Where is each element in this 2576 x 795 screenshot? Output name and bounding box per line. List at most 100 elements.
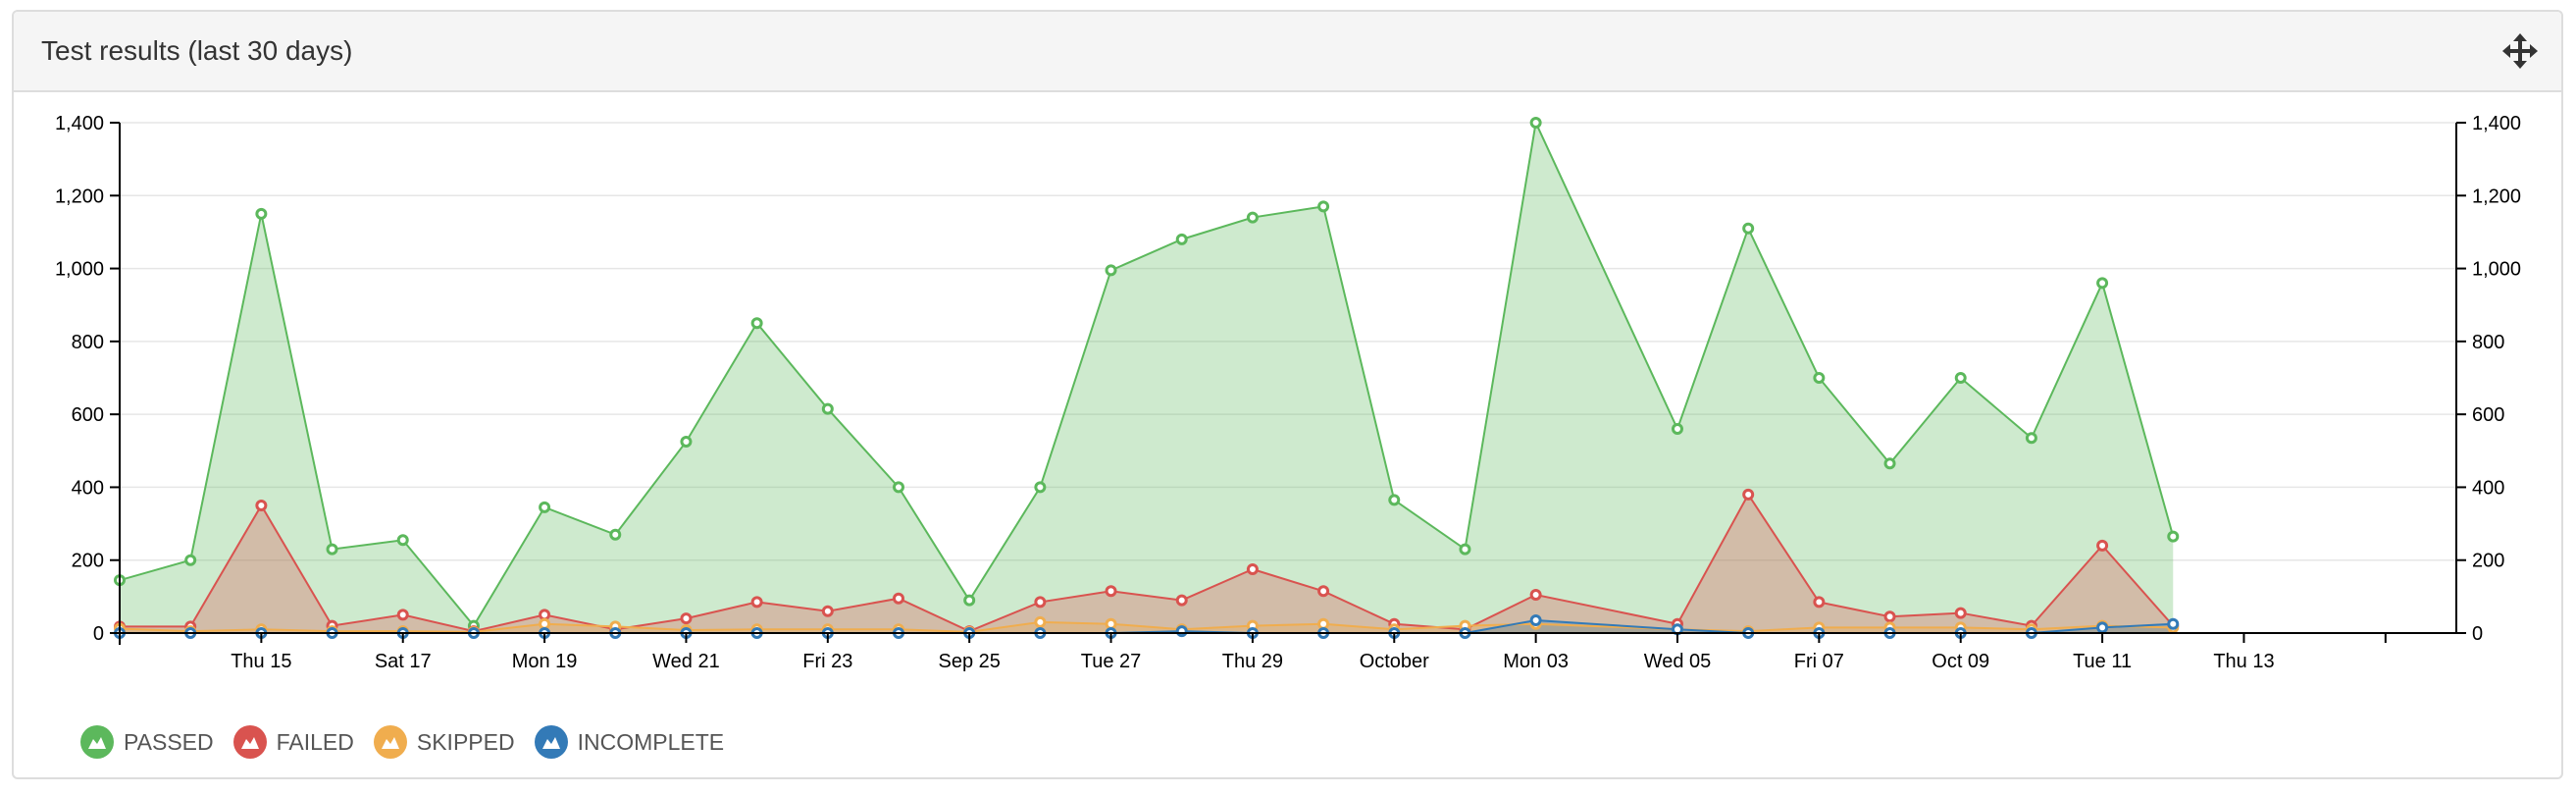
legend-label: FAILED [276, 728, 354, 755]
point-failed [1175, 594, 1188, 607]
x-tick-label: Mon 03 [1503, 651, 1569, 672]
point-failed [1954, 607, 1967, 619]
point-passed [184, 554, 197, 566]
point-incomplete [2167, 617, 2180, 630]
point-passed [893, 481, 904, 494]
x-tick-label: Thu 13 [2213, 651, 2274, 672]
point-failed [255, 500, 268, 511]
legend-item-skipped[interactable]: SKIPPED [373, 725, 515, 759]
point-passed [609, 528, 622, 541]
test-results-chart: 0 0 200 200 400 400 600 600 800 800 1,000 1,000 1,20… [55, 113, 2521, 672]
y-tick-label-left: 200 [72, 551, 104, 572]
x-tick-label: Sat 17 [375, 651, 432, 672]
point-passed [1813, 372, 1826, 384]
legend-label: SKIPPED [416, 728, 515, 755]
x-tick-label: Thu 29 [1222, 651, 1283, 672]
point-passed [1672, 423, 1683, 435]
legend-item-failed[interactable]: FAILED [232, 725, 354, 759]
point-passed [680, 436, 693, 448]
x-tick-label: Fri 23 [802, 651, 852, 672]
y-tick-label-left: 0 [93, 623, 104, 645]
area-chart-icon [232, 725, 267, 759]
point-failed [680, 612, 693, 625]
point-passed [1034, 481, 1047, 494]
area-chart-icon [534, 725, 568, 759]
legend-label: PASSED [124, 728, 214, 755]
point-failed [1105, 585, 1117, 598]
y-tick-label-right: 200 [2472, 551, 2504, 572]
x-tick-label: Thu 15 [231, 651, 291, 672]
y-tick-label-left: 1,200 [55, 186, 104, 207]
point-failed [893, 592, 904, 605]
point-passed [1459, 543, 1471, 556]
point-passed [396, 534, 409, 547]
y-tick-label-left: 1,000 [55, 259, 104, 281]
point-passed [1954, 372, 1967, 384]
x-tick-label: Tue 11 [2073, 651, 2132, 672]
point-passed [326, 543, 338, 556]
y-tick-label-right: 400 [2472, 477, 2504, 499]
y-tick-label-left: 600 [72, 404, 104, 426]
y-tick-label-left: 1,400 [55, 113, 104, 134]
point-failed [1246, 563, 1259, 575]
x-tick-label: Wed 21 [652, 651, 720, 672]
point-passed [1246, 211, 1259, 224]
x-tick-label: Tue 27 [1081, 651, 1142, 672]
point-skipped [1034, 615, 1047, 628]
x-tick-label: October [1360, 651, 1429, 672]
legend-item-incomplete[interactable]: INCOMPLETE [534, 725, 725, 759]
point-incomplete [1529, 614, 1542, 626]
x-tick-label: Wed 05 [1644, 651, 1712, 672]
point-failed [1742, 488, 1755, 501]
x-tick-label: Sep 25 [938, 651, 1000, 672]
point-failed [750, 596, 763, 609]
point-failed [821, 605, 834, 617]
area-passed [120, 123, 2174, 633]
point-failed [1529, 589, 1542, 601]
point-failed [1317, 585, 1330, 598]
point-incomplete [1175, 625, 1188, 638]
point-passed [255, 207, 268, 220]
point-passed [963, 594, 976, 607]
y-tick-label-right: 1,400 [2472, 113, 2521, 134]
point-failed [1813, 596, 1826, 609]
y-tick-label-right: 1,000 [2472, 259, 2521, 281]
point-failed [1883, 610, 1896, 623]
test-results-panel: Test results (last 30 days) 0 0 200 200 400 4… [12, 10, 2563, 779]
point-failed [1034, 596, 1047, 609]
legend-label: INCOMPLETE [577, 728, 725, 755]
x-tick-label: Fri 07 [1794, 651, 1844, 672]
point-incomplete [2096, 621, 2109, 634]
area-chart-icon [80, 725, 114, 759]
y-tick-label-right: 0 [2472, 623, 2483, 645]
point-passed [1529, 117, 1542, 129]
point-skipped [1317, 617, 1330, 630]
chart-legend: PASSED FAILED SKIPPED INCOMPLETE [80, 722, 744, 762]
point-passed [1742, 222, 1755, 235]
point-passed [2096, 277, 2109, 290]
point-passed [1388, 494, 1401, 506]
point-passed [750, 317, 763, 330]
y-tick-label-right: 800 [2472, 332, 2504, 353]
point-passed [1105, 264, 1117, 277]
point-passed [539, 501, 551, 513]
point-passed [1883, 457, 1896, 470]
point-passed [1317, 200, 1330, 213]
legend-item-passed[interactable]: PASSED [80, 725, 214, 759]
x-tick-label: Mon 19 [512, 651, 578, 672]
point-failed [539, 609, 551, 621]
area-chart-icon [373, 725, 407, 759]
point-passed [821, 402, 834, 415]
y-tick-label-right: 600 [2472, 404, 2504, 426]
point-passed [2025, 432, 2037, 445]
y-tick-label-left: 400 [72, 477, 104, 499]
point-failed [2096, 539, 2109, 552]
y-tick-label-left: 800 [72, 332, 104, 353]
point-passed [1175, 233, 1188, 245]
point-skipped [539, 617, 551, 630]
y-tick-label-right: 1,200 [2472, 186, 2521, 207]
point-skipped [1105, 617, 1117, 630]
point-passed [2167, 530, 2180, 543]
point-failed [396, 609, 409, 621]
x-tick-label: Oct 09 [1932, 651, 1989, 672]
